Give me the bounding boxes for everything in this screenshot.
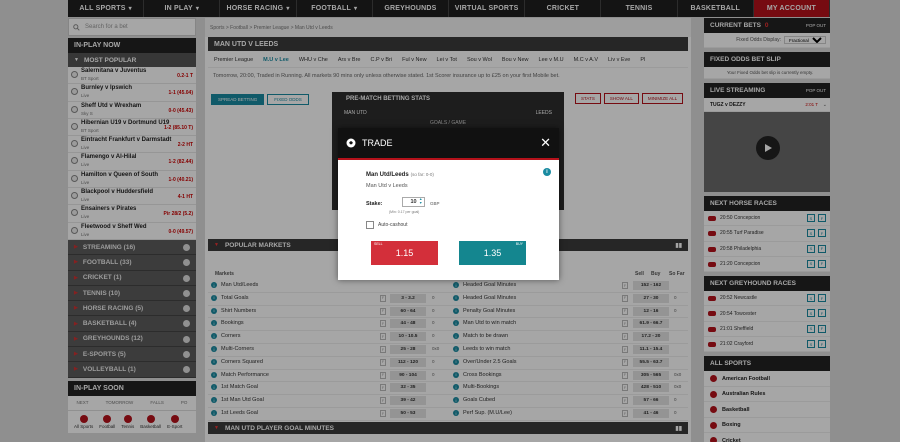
auto-cashout-checkbox[interactable] xyxy=(366,221,374,229)
stake-stepper[interactable]: ▲ ▼ xyxy=(419,197,422,205)
buy-price: 1.35 xyxy=(483,248,502,258)
buy-tag: BUY xyxy=(515,242,523,246)
sell-button[interactable]: SELL 1.15 xyxy=(371,241,438,265)
chevron-down-icon[interactable]: ▼ xyxy=(419,201,422,205)
trade-modal-header: TRADE ✕ xyxy=(338,128,559,160)
auto-cashout-label: Auto-cashout xyxy=(378,222,408,228)
sell-price: 1.15 xyxy=(395,248,414,258)
trade-so-far: (so far: 0-0) xyxy=(410,172,434,177)
trade-market-name: Man Utd/Leeds xyxy=(366,172,409,178)
close-icon[interactable]: ✕ xyxy=(540,136,551,149)
stake-label: Stake: xyxy=(366,201,383,207)
trade-match: Man Utd v Leeds xyxy=(366,183,408,189)
stake-currency: GBP xyxy=(430,201,440,206)
trade-modal-title: TRADE xyxy=(362,138,393,148)
info-icon[interactable]: i xyxy=(543,168,551,176)
football-icon xyxy=(346,138,356,148)
sell-tag: SELL xyxy=(374,242,383,246)
min-stake-note: (Min: 0.17 per goal) xyxy=(389,210,420,214)
buy-button[interactable]: BUY 1.35 xyxy=(459,241,526,265)
trade-modal: TRADE ✕ Man Utd/Leeds (so far: 0-0) i Man… xyxy=(338,128,559,280)
trade-market: Man Utd/Leeds (so far: 0-0) xyxy=(366,172,434,178)
